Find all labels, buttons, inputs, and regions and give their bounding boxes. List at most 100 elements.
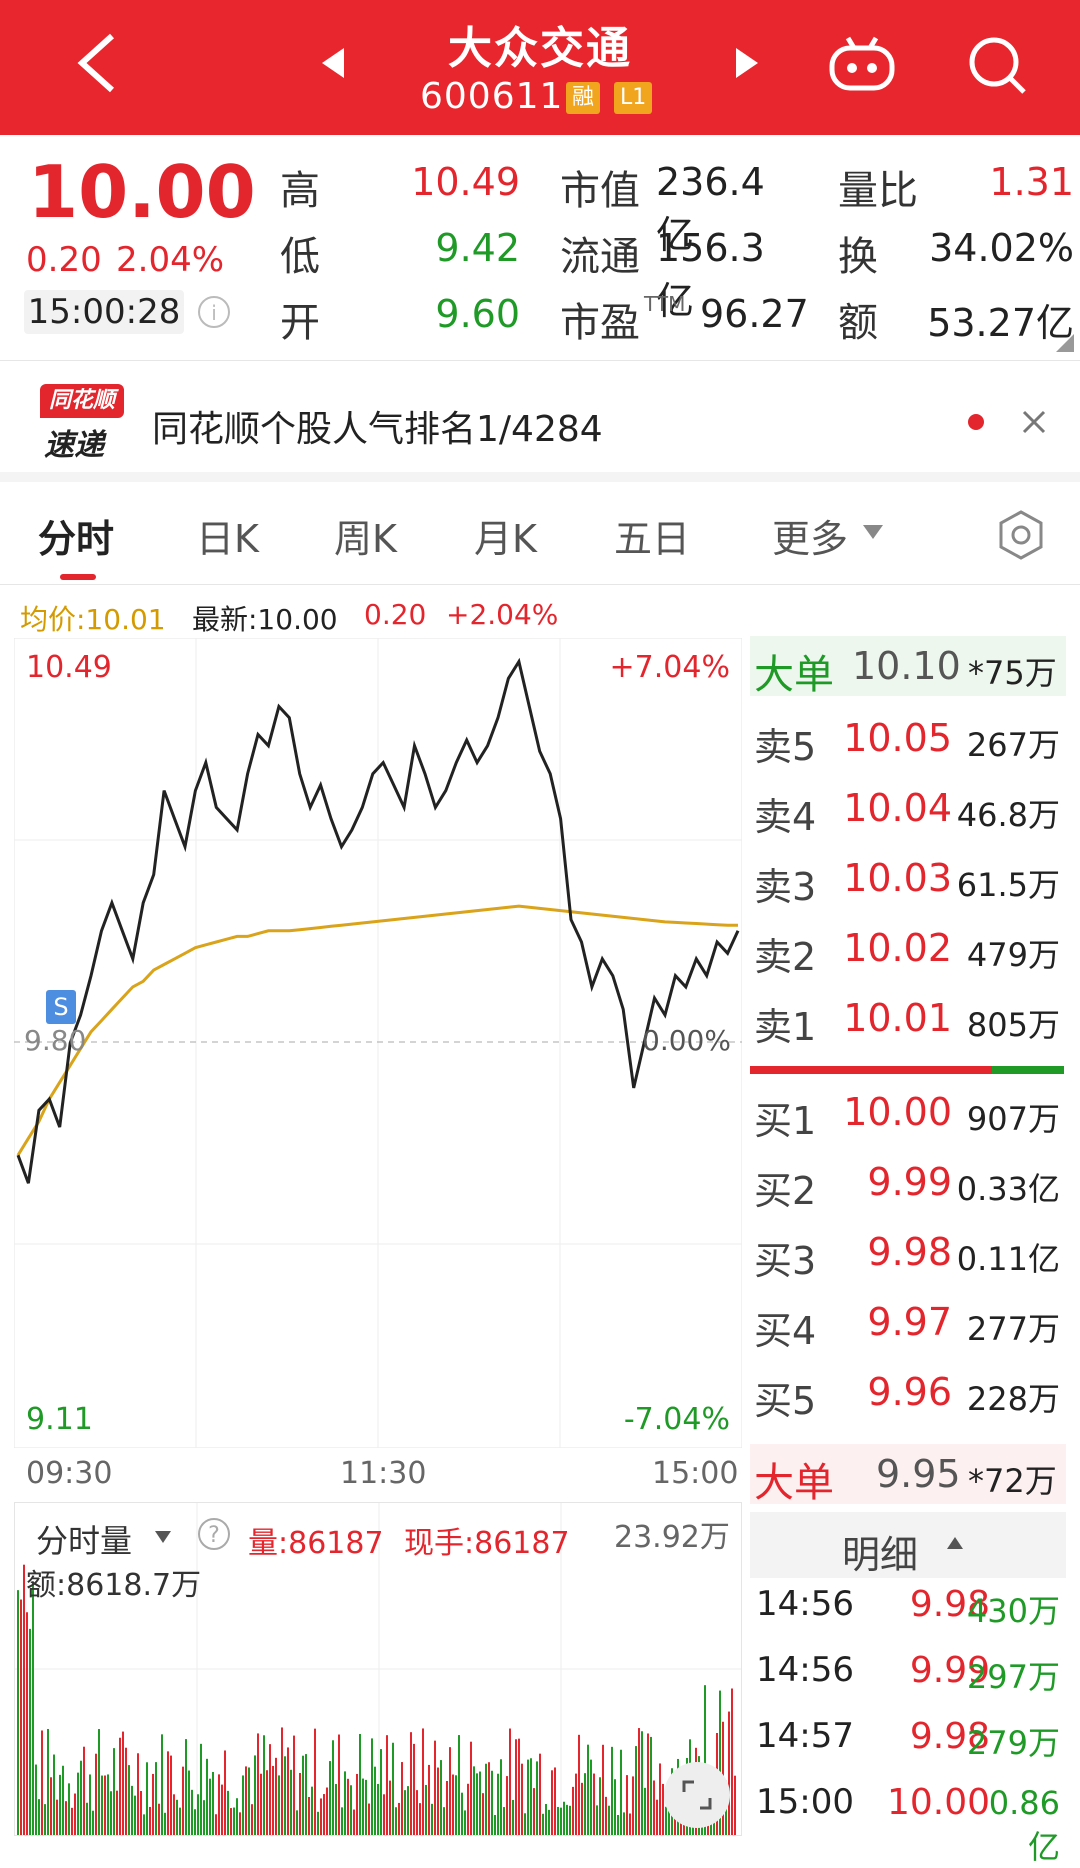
expand-corner-icon[interactable] [1056, 334, 1074, 352]
volume-bar [608, 1805, 610, 1835]
settings-icon[interactable] [994, 508, 1048, 562]
tab-monthly-k[interactable]: 月K [474, 508, 537, 563]
chevron-down-icon[interactable] [154, 1530, 172, 1544]
volume-bar [365, 1779, 367, 1835]
latest-price-label: 最新:10.00 [192, 603, 338, 636]
volume-bar [308, 1796, 310, 1835]
volume-bar [350, 1785, 352, 1835]
volume-bar [233, 1807, 235, 1835]
volume-bar [110, 1791, 112, 1835]
volume-bar [578, 1734, 580, 1835]
volume-bar [506, 1776, 508, 1835]
tab-indicator [60, 574, 96, 580]
volume-bar [263, 1735, 265, 1835]
big-buy-row: 大单 9.95 *72万 [750, 1444, 1066, 1506]
low-value: 9.42 [435, 226, 520, 270]
volume-bar [329, 1761, 331, 1835]
x-tick-close: 15:00 [652, 1456, 739, 1491]
pct-bottom-label: -7.04% [623, 1402, 730, 1437]
ask-volume: 267万 [966, 726, 1060, 764]
volume-bar [179, 1807, 181, 1835]
banner-text[interactable]: 同花顺个股人气排名1/4284 [152, 400, 603, 452]
volume-bar [257, 1733, 259, 1835]
volume-bar [383, 1794, 385, 1835]
volume-bar [167, 1751, 169, 1835]
volume-bar [398, 1802, 400, 1835]
volume-bar [380, 1749, 382, 1835]
volume-bar [209, 1778, 211, 1835]
tab-more[interactable]: 更多 [772, 508, 848, 563]
intraday-chart[interactable]: 10.49 9.80 9.11 +7.04% 0.00% -7.04% S [14, 638, 742, 1448]
volume-bar [389, 1780, 391, 1835]
volume-bar [419, 1803, 421, 1835]
mcap-label: 市值 [560, 168, 640, 214]
volume-bar [512, 1799, 514, 1835]
volume-bar [311, 1786, 313, 1835]
volume-bar [650, 1736, 652, 1835]
last-price: 10.00 [28, 150, 256, 234]
level-tag: L1 [614, 82, 653, 114]
next-stock-icon[interactable] [734, 46, 760, 80]
volume-ratio-value: 1.31 [989, 160, 1074, 204]
volume-bar [98, 1729, 100, 1835]
volume-bar [245, 1766, 247, 1835]
volume-bar [476, 1773, 478, 1835]
tab-five-day[interactable]: 五日 [614, 508, 690, 563]
volume-bar [623, 1812, 625, 1835]
volume-bar [281, 1727, 283, 1835]
robot-icon[interactable] [826, 34, 898, 94]
volume-bar [626, 1775, 628, 1835]
volume-bar [50, 1777, 52, 1835]
bid-volume: 0.11亿 [956, 1240, 1060, 1278]
detail-volume: 297万 [966, 1658, 1060, 1696]
pe-label: 市盈 [560, 300, 640, 346]
volume-bar [515, 1739, 517, 1835]
volume-bar [305, 1754, 307, 1835]
volume-type-selector[interactable]: 分时量 [36, 1516, 132, 1562]
tab-weekly-k[interactable]: 周K [334, 508, 397, 563]
tab-daily-k[interactable]: 日K [196, 508, 259, 563]
detail-toggle[interactable]: 明细 [750, 1512, 1066, 1578]
volume-bar [611, 1746, 613, 1835]
info-icon[interactable]: i [196, 294, 232, 330]
help-icon[interactable]: ? [196, 1516, 232, 1552]
volume-bar [185, 1739, 187, 1835]
price-change: 0.20 [26, 240, 102, 280]
volume-bar [104, 1775, 106, 1835]
volume-bar [647, 1733, 649, 1835]
volume-bar [293, 1735, 295, 1835]
tab-intraday[interactable]: 分时 [38, 508, 114, 563]
volume-bar [422, 1728, 424, 1835]
volume-bar [158, 1803, 160, 1835]
fullscreen-button[interactable] [664, 1762, 730, 1828]
volume-bar [491, 1770, 493, 1835]
volume-bar [89, 1774, 91, 1835]
volume-bar [392, 1742, 394, 1835]
volume-bar [362, 1778, 364, 1835]
banner-logo: 同花顺 速递 [36, 384, 126, 463]
s-marker[interactable]: S [46, 990, 76, 1024]
volume-bar [614, 1779, 616, 1835]
volume-bar [287, 1747, 289, 1835]
pe-sup: TTM [644, 292, 686, 316]
high-label: 高 [280, 168, 320, 214]
close-icon[interactable] [1020, 408, 1048, 436]
volume-bar [500, 1759, 502, 1835]
volume-bar [521, 1763, 523, 1835]
margin-tag: 融 [566, 82, 601, 114]
volume-bar [221, 1784, 223, 1835]
volume-bar [359, 1733, 361, 1835]
quote-time: 15:00:28 [24, 290, 184, 334]
volume-bar [35, 1764, 37, 1835]
detail-volume: 279万 [966, 1724, 1060, 1762]
ask-volume: 61.5万 [956, 866, 1060, 904]
volume-bar [182, 1766, 184, 1835]
volume-bar [302, 1755, 304, 1835]
low-label: 低 [280, 234, 320, 280]
volume-bar [83, 1746, 85, 1835]
volume-bar [323, 1794, 325, 1835]
volume-bar [17, 1590, 19, 1835]
volume-bar [299, 1772, 301, 1835]
volume-bar [29, 1628, 31, 1835]
search-icon[interactable] [964, 32, 1030, 98]
